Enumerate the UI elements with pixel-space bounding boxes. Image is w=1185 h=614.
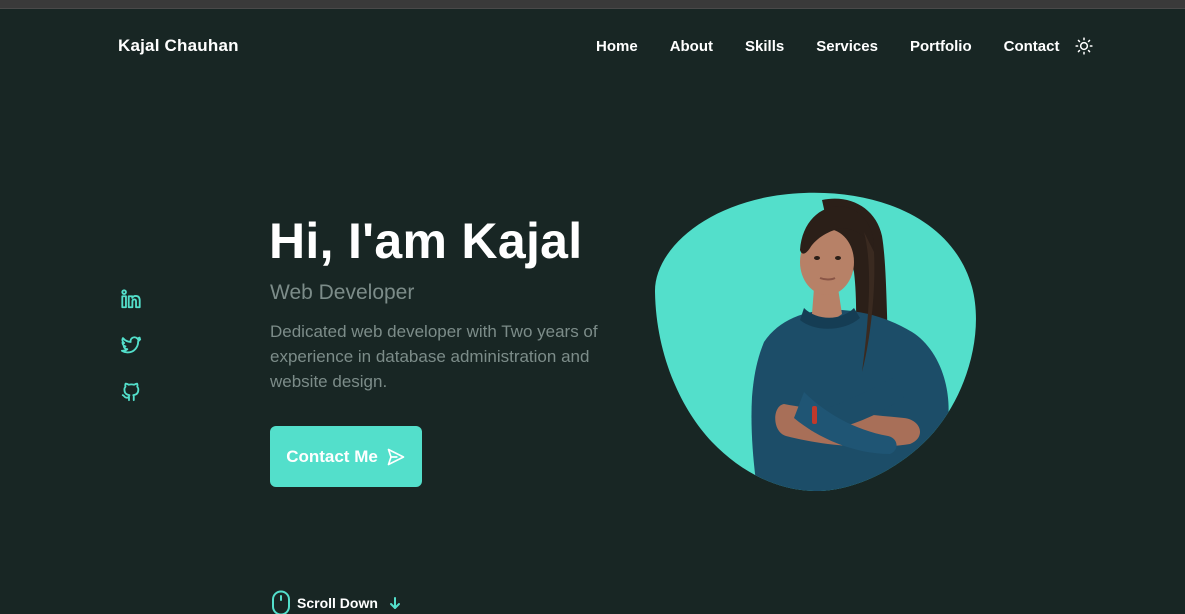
mouse-icon xyxy=(272,590,290,614)
site-header: Kajal Chauhan Home About Skills Services… xyxy=(0,9,1185,81)
nav-home-link[interactable]: Home xyxy=(596,38,638,55)
contact-me-label: Contact Me xyxy=(286,446,378,466)
scroll-down-label: Scroll Down xyxy=(297,595,378,611)
social-links xyxy=(120,288,142,404)
sun-icon[interactable] xyxy=(1075,37,1094,55)
scroll-down-link[interactable]: Scroll Down xyxy=(271,590,402,614)
arrow-down-icon xyxy=(389,597,400,609)
nav-portfolio-link[interactable]: Portfolio xyxy=(910,38,972,55)
site-logo[interactable]: Kajal Chauhan xyxy=(118,36,239,56)
hero-description: Dedicated web developer with Two years o… xyxy=(270,322,598,391)
hero-title: Hi, I'am Kajal xyxy=(269,213,583,269)
nav-contact-link[interactable]: Contact xyxy=(1004,38,1060,55)
twitter-icon[interactable] xyxy=(120,334,142,358)
nav-services-link[interactable]: Services xyxy=(816,38,878,55)
main-nav: Home About Skills Services Portfolio Con… xyxy=(596,37,1094,55)
hero-subtitle: Web Developer xyxy=(270,281,415,304)
browser-top-strip xyxy=(0,0,1185,9)
nav-skills-link[interactable]: Skills xyxy=(745,38,784,55)
send-icon xyxy=(387,448,405,465)
linkedin-icon[interactable] xyxy=(120,288,142,312)
contact-me-button[interactable]: Contact Me xyxy=(270,426,422,487)
nav-about-link[interactable]: About xyxy=(670,38,713,55)
profile-image xyxy=(654,192,976,492)
github-icon[interactable] xyxy=(120,380,142,404)
